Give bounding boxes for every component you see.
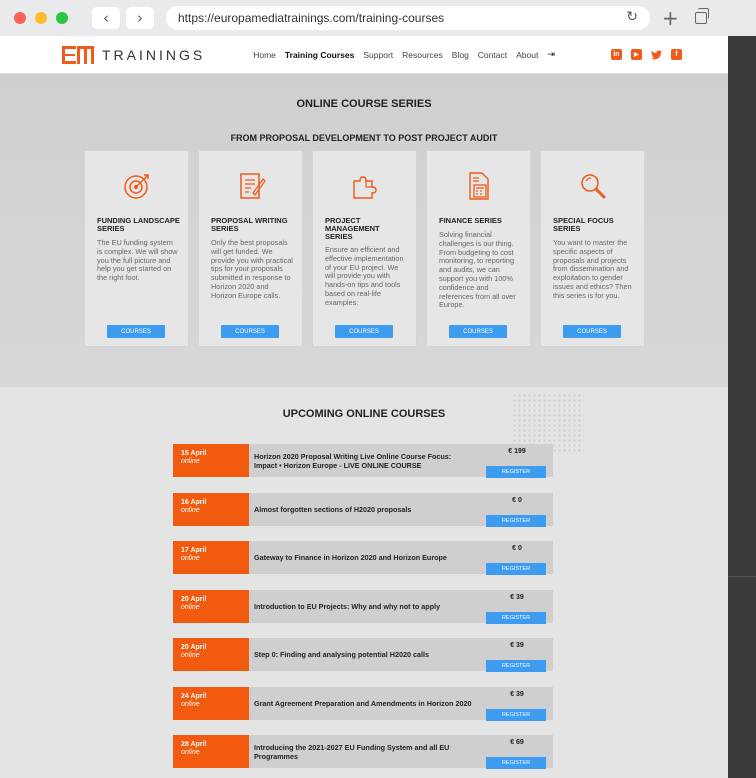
series-card-finance: FINANCE SERIES Solving financial challen… (426, 150, 531, 347)
series-subtitle: FROM PROPOSAL DEVELOPMENT TO POST PROJEC… (230, 133, 498, 143)
course-title[interactable]: Gateway to Finance in Horizon 2020 and H… (254, 541, 474, 574)
course-title[interactable]: Grant Agreement Preparation and Amendmen… (254, 687, 474, 720)
register-button[interactable]: REGISTER (486, 563, 546, 575)
course-row: 16 April online Almost forgotten sections… (173, 493, 553, 527)
courses-button[interactable]: COURSES (335, 325, 393, 338)
card-text: The EU funding system is complex. We wil… (97, 238, 178, 283)
course-row: 20 April online Introduction to EU Projec… (173, 590, 553, 624)
facebook-icon[interactable]: f (670, 49, 682, 60)
window-controls (14, 12, 68, 24)
minimize-window-button[interactable] (35, 12, 47, 24)
close-window-button[interactable] (14, 12, 26, 24)
series-card-project-management: PROJECT MANAGEMENT SERIES Ensure an effi… (312, 150, 417, 347)
card-text: You want to master the specific aspects … (553, 238, 632, 300)
maximize-window-button[interactable] (56, 12, 68, 24)
course-title[interactable]: Almost forgotten sections of H2020 propo… (254, 493, 474, 526)
register-button[interactable]: REGISTER (486, 660, 546, 672)
course-title[interactable]: Horizon 2020 Proposal Writing Live Onlin… (254, 444, 474, 477)
register-button[interactable]: REGISTER (486, 466, 546, 478)
series-title: ONLINE COURSE SERIES (296, 98, 432, 110)
card-text: Ensure an efficient and effective implem… (325, 245, 404, 307)
address-bar[interactable]: https://europamediatrainings.com/trainin… (166, 6, 650, 30)
course-date-badge: 28 April online (173, 735, 249, 768)
target-icon (124, 174, 149, 199)
card-text: Only the best proposals will get funded.… (211, 238, 293, 300)
card-text: Solving financial challenges is our thin… (439, 230, 516, 310)
register-button[interactable]: REGISTER (486, 612, 546, 624)
card-title: PROPOSAL WRITING SERIES (211, 216, 288, 233)
calculator-document-icon (469, 172, 489, 200)
web-page: TRAININGS Home Training Courses Support … (0, 36, 728, 778)
series-card-proposal-writing: PROPOSAL WRITING SERIES Only the best pr… (198, 150, 303, 347)
course-date-badge: 20 April online (173, 638, 249, 671)
course-price: € 0 (512, 497, 522, 504)
nav-training-courses[interactable]: Training Courses (285, 50, 354, 60)
course-row: 20 April online Step 0: Finding and analy… (173, 638, 553, 672)
puzzle-icon (353, 176, 377, 199)
course-row: 17 April online Gateway to Finance in Hor… (173, 541, 553, 575)
course-price: € 39 (510, 691, 524, 698)
twitter-icon[interactable] (650, 49, 662, 60)
upcoming-title: UPCOMING ONLINE COURSES (282, 408, 446, 420)
course-date-badge: 16 April online (173, 493, 249, 526)
card-title: SPECIAL FOCUS SERIES (553, 216, 614, 233)
course-date-badge: 17 April online (173, 541, 249, 574)
register-button[interactable]: REGISTER (486, 515, 546, 527)
back-button[interactable]: ‹ (92, 7, 120, 29)
browser-toolbar: ‹ › https://europamediatrainings.com/tra… (0, 0, 756, 36)
courses-button[interactable]: COURSES (563, 325, 621, 338)
course-series-section: ONLINE COURSE SERIES FROM PROPOSAL DEVEL… (0, 74, 728, 387)
card-title: FUNDING LANDSCAPE SERIES (97, 216, 180, 233)
social-links: in ▶ f (610, 49, 682, 60)
reload-icon[interactable]: ↻ (626, 9, 638, 25)
forward-button[interactable]: › (126, 7, 154, 29)
courses-button[interactable]: COURSES (107, 325, 165, 338)
url-text: https://europamediatrainings.com/trainin… (178, 11, 445, 25)
login-icon[interactable]: ⇥ (547, 50, 555, 60)
new-tab-button[interactable]: + (662, 6, 679, 30)
nav-blog[interactable]: Blog (452, 50, 469, 60)
nav-home[interactable]: Home (253, 50, 276, 60)
card-title: FINANCE SERIES (439, 216, 502, 225)
course-price: € 0 (512, 545, 522, 552)
courses-button[interactable]: COURSES (449, 325, 507, 338)
course-date-badge: 24 April online (173, 687, 249, 720)
nav-contact[interactable]: Contact (478, 50, 507, 60)
youtube-icon[interactable]: ▶ (630, 49, 642, 60)
nav-support[interactable]: Support (363, 50, 393, 60)
course-price: € 199 (508, 448, 526, 455)
card-title: PROJECT MANAGEMENT SERIES (325, 216, 380, 241)
course-title[interactable]: Introducing the 2021-2027 EU Funding Sys… (254, 735, 474, 768)
tab-overview-icon[interactable] (694, 8, 709, 24)
upcoming-courses-section: UPCOMING ONLINE COURSES 15 April online H… (0, 387, 728, 778)
register-button[interactable]: REGISTER (486, 757, 546, 769)
series-card-special-focus: SPECIAL FOCUS SERIES You want to master … (540, 150, 645, 347)
background-panel (728, 36, 756, 778)
series-card-funding: FUNDING LANDSCAPE SERIES The EU funding … (84, 150, 189, 347)
course-title[interactable]: Step 0: Finding and analysing potential … (254, 638, 474, 671)
em-logo-icon (62, 45, 94, 64)
nav-about[interactable]: About (516, 50, 538, 60)
main-nav: Home Training Courses Support Resources … (253, 50, 555, 60)
logo-text: TRAININGS (102, 46, 206, 63)
nav-resources[interactable]: Resources (402, 50, 443, 60)
course-price: € 39 (510, 642, 524, 649)
register-button[interactable]: REGISTER (486, 709, 546, 721)
linkedin-icon[interactable]: in (610, 49, 622, 60)
course-price: € 69 (510, 739, 524, 746)
course-date-badge: 20 April online (173, 590, 249, 623)
magnifier-icon (581, 174, 606, 199)
courses-button[interactable]: COURSES (221, 325, 279, 338)
site-header: TRAININGS Home Training Courses Support … (0, 36, 728, 74)
course-price: € 39 (510, 594, 524, 601)
document-pencil-icon (240, 173, 266, 199)
course-title[interactable]: Introduction to EU Projects: Why and why… (254, 590, 474, 623)
course-row: 28 April online Introducing the 2021-2027… (173, 735, 553, 769)
course-row: 15 April online Horizon 2020 Proposal Wri… (173, 444, 553, 478)
course-date-badge: 15 April online (173, 444, 249, 477)
site-logo[interactable]: TRAININGS (62, 45, 206, 64)
course-row: 24 April online Grant Agreement Preparati… (173, 687, 553, 721)
